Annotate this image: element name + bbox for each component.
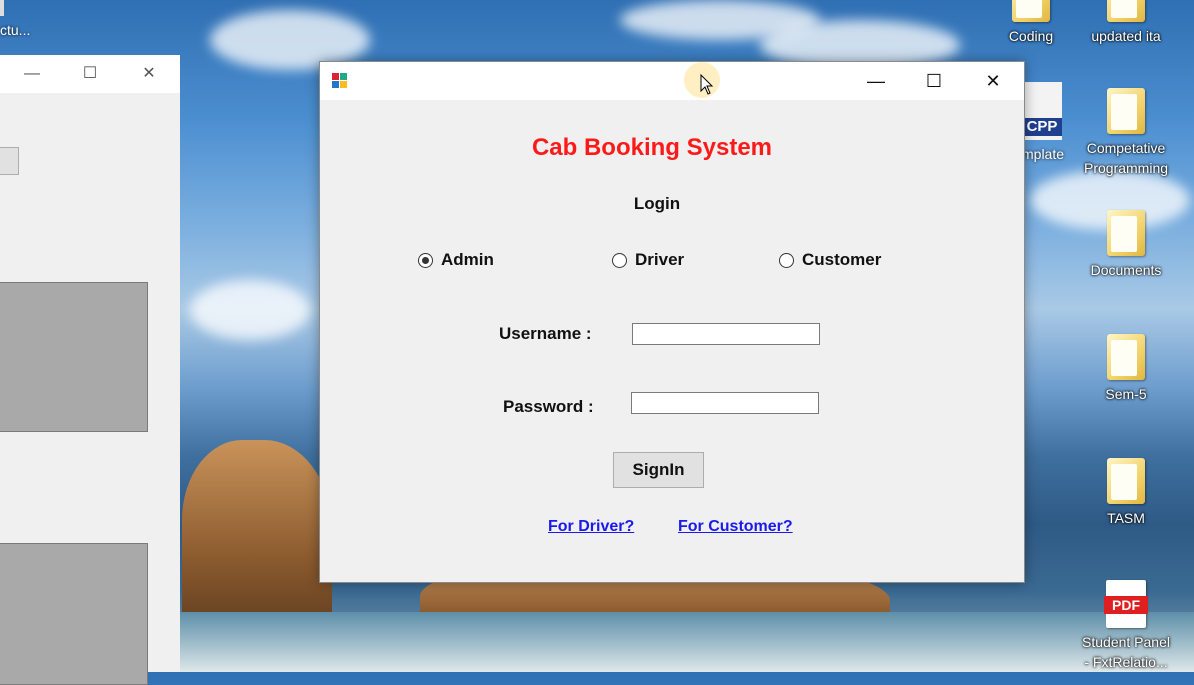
background-window[interactable]: — ☐ ✕	[0, 55, 180, 685]
app-icon[interactable]	[332, 73, 348, 89]
bg-window-panel	[0, 543, 148, 685]
app-title: Cab Booking System	[531, 134, 773, 161]
login-window[interactable]: — ☐ ✕ Cab Booking System Login Admin Dri…	[319, 61, 1025, 583]
radio-label[interactable]: Admin	[441, 250, 494, 270]
folder-icon	[1107, 0, 1145, 22]
radio-checked-icon[interactable]	[418, 252, 433, 268]
cloud	[190, 280, 310, 340]
desktop-icon-label: updated ita	[1091, 28, 1161, 44]
maximize-icon[interactable]: ☐	[75, 63, 105, 85]
radio-label[interactable]: Customer	[802, 250, 881, 270]
desktop-icon-label: Competative Programming	[1083, 140, 1169, 176]
cpp-file-icon[interactable]: CPP	[1022, 82, 1062, 140]
desktop-icon-tasm[interactable]: TASM	[1078, 458, 1174, 528]
radio-customer[interactable]: Customer	[779, 249, 881, 271]
folder-icon	[1012, 0, 1050, 22]
pdf-badge: PDF	[1104, 596, 1148, 614]
sea	[180, 612, 1194, 672]
password-label: Password :	[503, 397, 594, 416]
radio-admin[interactable]: Admin	[418, 249, 494, 271]
bg-window-titlebar[interactable]: — ☐ ✕	[0, 55, 180, 93]
bg-window-panel	[0, 282, 148, 432]
signin-button[interactable]: SignIn	[613, 452, 704, 488]
close-icon[interactable]: ✕	[964, 62, 1022, 100]
folder-icon	[1107, 88, 1145, 134]
desktop-icon-updated-ita[interactable]: updated ita	[1078, 0, 1174, 46]
desktop-icon-label: Coding	[1008, 28, 1054, 44]
desktop-icon-sem-5[interactable]: Sem-5	[1078, 334, 1174, 404]
desktop-icon-label: Documents	[1090, 262, 1162, 278]
pdf-file-icon: PDF	[1104, 580, 1148, 628]
minimize-icon[interactable]: —	[17, 63, 47, 85]
desktop-icon-label: TASM	[1107, 510, 1145, 526]
minimize-icon[interactable]: —	[847, 62, 905, 100]
cpp-badge: CPP	[1022, 118, 1062, 136]
radio-unchecked-icon[interactable]	[612, 252, 627, 268]
for-driver-link[interactable]: For Driver?	[548, 518, 634, 536]
desktop-icon-coding[interactable]: Coding	[983, 0, 1079, 46]
maximize-icon[interactable]: ☐	[905, 62, 963, 100]
folder-icon	[1107, 210, 1145, 256]
radio-driver[interactable]: Driver	[612, 249, 684, 271]
password-field[interactable]	[631, 392, 819, 414]
desktop-icon-student-panel[interactable]: PDF Student Panel - FxtRelatio...	[1078, 580, 1174, 672]
bg-window-button[interactable]	[0, 147, 19, 175]
login-window-titlebar[interactable]: — ☐ ✕	[320, 62, 1024, 100]
for-customer-link[interactable]: For Customer?	[678, 518, 793, 536]
folder-icon	[1107, 458, 1145, 504]
desktop-icon-label[interactable]: mplate	[1022, 146, 1064, 162]
username-field[interactable]	[632, 323, 820, 345]
desktop-icon-documents[interactable]: Documents	[1078, 210, 1174, 280]
radio-unchecked-icon[interactable]	[779, 252, 794, 268]
desktop-icon-label: Sem-5	[1105, 386, 1147, 402]
desktop-icon-competative-programming[interactable]: Competative Programming	[1078, 88, 1174, 178]
desktop-icon-partial[interactable]	[0, 0, 4, 16]
desktop-icon-label[interactable]: ctu...	[0, 22, 30, 38]
login-heading: Login	[633, 194, 681, 213]
mouse-cursor-icon	[700, 74, 714, 95]
username-label: Username :	[499, 324, 592, 343]
folder-icon	[1107, 334, 1145, 380]
close-icon[interactable]: ✕	[134, 63, 164, 85]
desktop-icon-label: Student Panel - FxtRelatio...	[1082, 634, 1170, 670]
rock-formation	[182, 440, 332, 640]
radio-label[interactable]: Driver	[635, 250, 684, 270]
